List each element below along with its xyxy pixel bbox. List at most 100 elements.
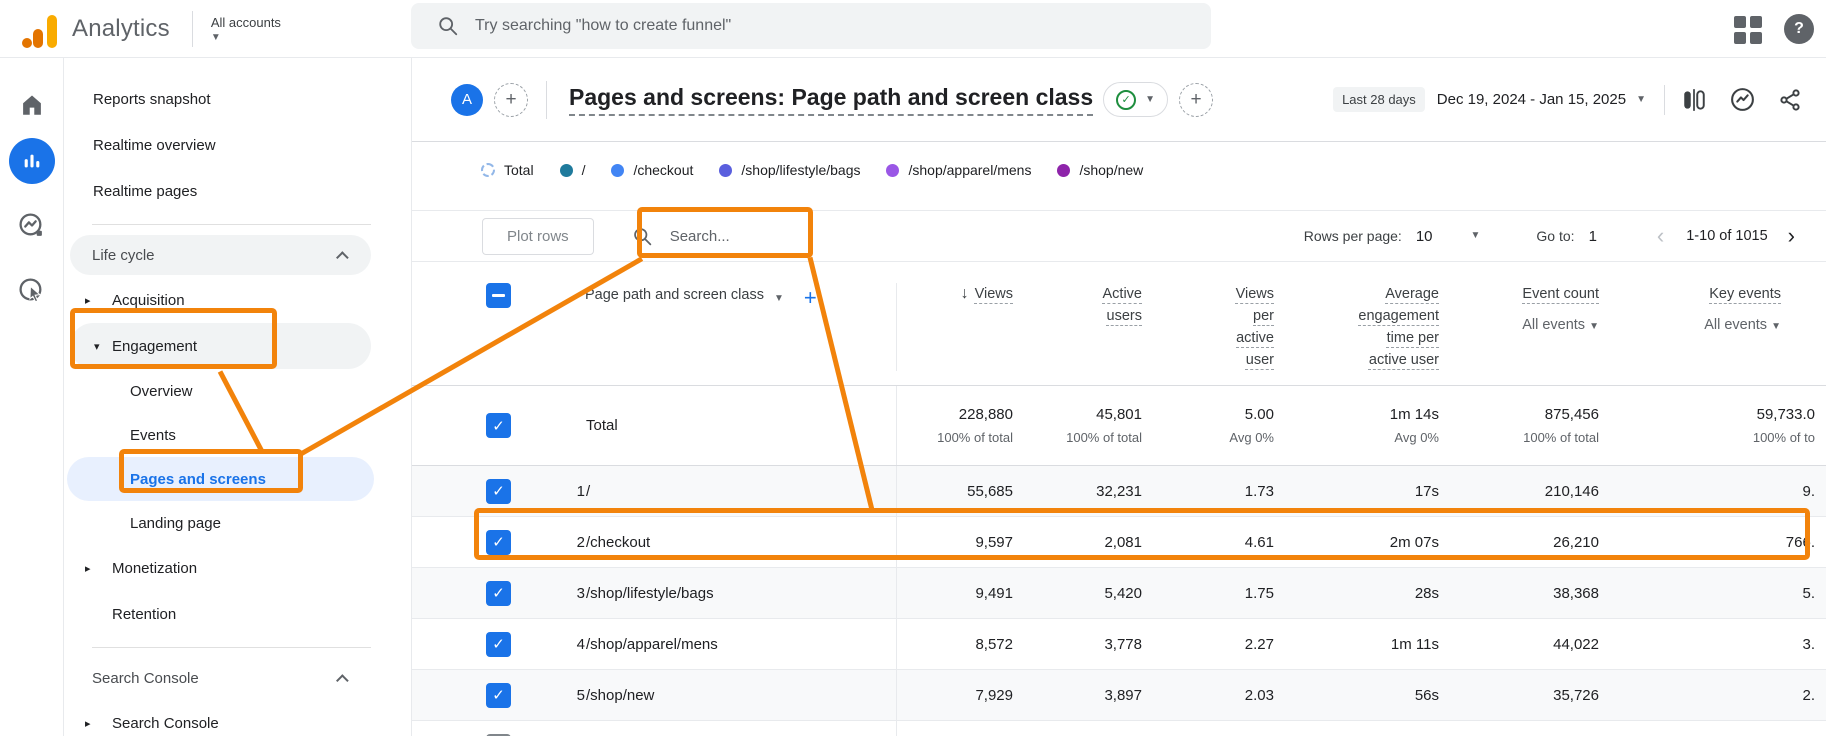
chevron-up-icon: [336, 673, 349, 687]
global-search-input[interactable]: Try searching "how to create funnel": [411, 3, 1211, 49]
row-checkbox[interactable]: ✓: [473, 386, 545, 465]
next-page-icon[interactable]: ›: [1788, 225, 1795, 247]
chevron-down-icon[interactable]: ▼: [1636, 94, 1646, 105]
sidebar-item-realtime-overview[interactable]: Realtime overview: [64, 122, 411, 168]
sidebar-item-pages-and-screens[interactable]: Pages and screens: [67, 457, 374, 501]
reports-icon-active[interactable]: [8, 138, 55, 184]
nav-rail: [0, 58, 64, 736]
divider: [546, 80, 547, 119]
report-main: A + Pages and screens: Page path and scr…: [412, 58, 1826, 736]
search-icon: [632, 226, 653, 247]
event-count-filter[interactable]: All events ▼: [1439, 314, 1599, 336]
legend-item[interactable]: /shop/apparel/mens: [886, 162, 1031, 178]
sidebar-item-search-console[interactable]: ▸ Search Console: [64, 700, 411, 736]
row-checkbox[interactable]: ✓: [473, 631, 545, 657]
chevron-down-icon: ▼: [1145, 93, 1156, 105]
brand-name: Analytics: [72, 14, 170, 42]
add-segment-icon[interactable]: +: [494, 82, 528, 117]
sidebar-item-monetization[interactable]: ▸ Monetization: [64, 545, 411, 591]
share-icon[interactable]: [1778, 88, 1802, 112]
date-range[interactable]: Dec 19, 2024 - Jan 15, 2025: [1437, 91, 1626, 108]
analytics-brand[interactable]: Analytics: [0, 9, 170, 49]
pagination-range: 1-10 of 1015: [1686, 228, 1768, 244]
divider: [191, 10, 193, 47]
report-status-selector[interactable]: ✓ ▼: [1103, 82, 1169, 117]
table-row[interactable]: ✓ 1 / 55,685 32,231 1.73 17s 210,146 9.: [412, 466, 1826, 517]
add-report-tab-icon[interactable]: +: [1179, 82, 1214, 117]
table-header-row: Page path and screen class ▼ + ↓ Views Ac…: [412, 262, 1826, 386]
advertising-icon[interactable]: [18, 277, 45, 304]
chevron-down-icon: ▼: [1589, 321, 1599, 332]
google-apps-icon[interactable]: [1734, 16, 1762, 44]
dimension-header[interactable]: Page path and screen class: [585, 287, 764, 303]
sidebar-item-reports-snapshot[interactable]: Reports snapshot: [64, 76, 411, 122]
avatar[interactable]: A: [451, 83, 483, 116]
chart-legend: Total / /checkout /shop/lifestyle/bags /…: [412, 142, 1826, 210]
account-switcher[interactable]: All accounts ▼: [211, 15, 281, 43]
sidebar-item-realtime-pages[interactable]: Realtime pages: [64, 168, 411, 214]
search-placeholder: Try searching "how to create funnel": [475, 17, 732, 34]
chevron-down-icon[interactable]: ▼: [774, 293, 784, 304]
plot-rows-button[interactable]: Plot rows: [482, 217, 594, 255]
ga-analytics-app: Analytics All accounts ▼ Try searching "…: [0, 0, 1826, 736]
sidebar-group-search-console[interactable]: Search Console: [70, 658, 371, 698]
goto-page-input[interactable]: 1: [1589, 228, 1597, 245]
home-icon[interactable]: [19, 92, 45, 118]
sidebar-item-events[interactable]: Events: [64, 413, 411, 457]
column-header-event-count[interactable]: Event count All events ▼: [1439, 283, 1599, 371]
row-checkbox[interactable]: ✓: [473, 580, 545, 606]
row-checkbox[interactable]: ✓: [473, 478, 545, 504]
legend-item[interactable]: /: [559, 162, 585, 178]
legend-item[interactable]: /shop/new: [1057, 162, 1143, 178]
page-title: Pages and screens: Page path and screen …: [569, 84, 1094, 116]
row-checkbox[interactable]: ✓: [473, 529, 545, 555]
total-dashed-dot-icon: [481, 163, 495, 177]
column-header-avg-engagement-time[interactable]: Average engagement time per active user: [1274, 283, 1439, 371]
table-search-input[interactable]: Search...: [632, 226, 730, 247]
column-header-active-users[interactable]: Active users: [1013, 283, 1143, 371]
table-row[interactable]: ✓ 3 /shop/lifestyle/bags 9,491 5,420 1.7…: [412, 568, 1826, 619]
page-path: /checkout: [585, 517, 897, 567]
table-row-checkout[interactable]: ✓ 2 /checkout 9,597 2,081 4.61 2m 07s 26…: [412, 517, 1826, 568]
reports-sidebar: Reports snapshot Realtime overview Realt…: [64, 58, 412, 736]
report-table: Plot rows Search... Rows per page: 10 ▼ …: [412, 210, 1826, 736]
table-toolbar: Plot rows Search... Rows per page: 10 ▼ …: [412, 211, 1826, 262]
page-path: /shop/new: [585, 670, 897, 720]
select-all-checkbox[interactable]: [473, 283, 545, 371]
column-header-views[interactable]: ↓ Views: [897, 283, 1013, 371]
series-dot-icon: [886, 163, 900, 177]
sidebar-item-acquisition[interactable]: ▸ Acquisition: [64, 277, 411, 323]
pagination-controls: Rows per page: 10 ▼ Go to: 1 ‹ 1-10 of 1…: [1304, 225, 1795, 247]
sidebar-item-engagement[interactable]: ▾ Engagement: [70, 323, 371, 369]
column-header-key-events[interactable]: Key events All events ▼: [1599, 283, 1825, 371]
table-row[interactable]: ✓ 5 /shop/new 7,929 3,897 2.03 56s 35,72…: [412, 670, 1826, 721]
sidebar-item-overview[interactable]: Overview: [64, 369, 411, 413]
search-icon: [437, 15, 459, 37]
arrow-right-icon: ▸: [85, 562, 91, 575]
legend-item-total[interactable]: Total: [481, 162, 534, 178]
key-events-filter[interactable]: All events ▼: [1599, 314, 1781, 336]
edit-comparison-icon[interactable]: [1681, 87, 1707, 113]
add-dimension-icon[interactable]: +: [804, 287, 817, 309]
chevron-up-icon: [336, 250, 349, 264]
previous-page-icon[interactable]: ‹: [1657, 225, 1664, 247]
help-icon[interactable]: ?: [1784, 14, 1814, 44]
legend-item[interactable]: /checkout: [611, 162, 693, 178]
table-total-row: ✓ Total 228,880 100% of total 45,801 100% …: [412, 386, 1826, 466]
page-path: /: [585, 466, 897, 516]
arrow-down-icon: ▾: [94, 340, 100, 353]
insights-icon[interactable]: [1729, 86, 1756, 113]
table-row[interactable]: ✓ 4 /shop/apparel/mens 8,572 3,778 2.27 …: [412, 619, 1826, 670]
date-preset-badge: Last 28 days: [1333, 87, 1425, 112]
rows-per-page-value[interactable]: 10: [1416, 228, 1433, 245]
sidebar-group-life-cycle[interactable]: Life cycle: [70, 235, 371, 275]
row-checkbox[interactable]: ✓: [473, 682, 545, 708]
column-header-views-per-active-user[interactable]: Views per active user: [1142, 283, 1274, 371]
explore-icon[interactable]: [18, 212, 45, 239]
chevron-down-icon[interactable]: ▼: [1471, 231, 1481, 241]
sidebar-item-landing-page[interactable]: Landing page: [64, 501, 411, 545]
legend-item[interactable]: /shop/lifestyle/bags: [719, 162, 860, 178]
divider: [92, 647, 371, 648]
series-dot-icon: [559, 163, 573, 177]
sidebar-item-retention[interactable]: Retention: [64, 591, 411, 637]
